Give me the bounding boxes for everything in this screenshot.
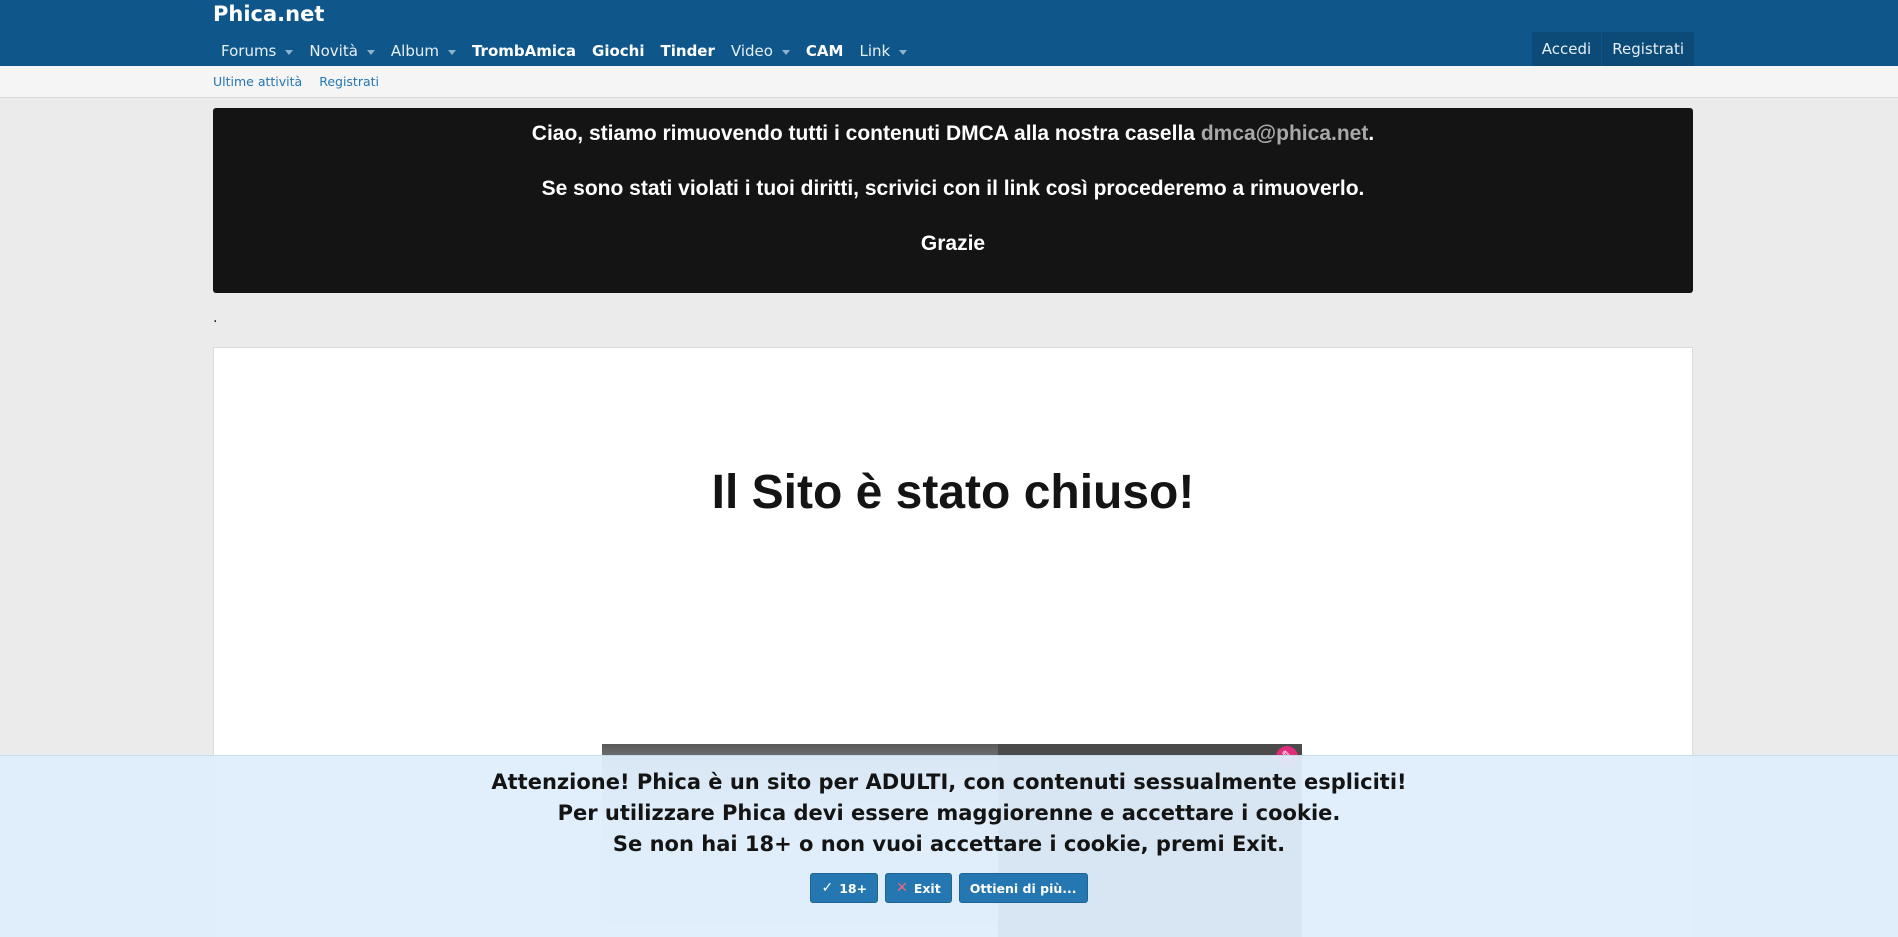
nav-link-label: Link bbox=[859, 42, 891, 60]
latest-activity-link[interactable]: Ultime attività bbox=[213, 74, 302, 89]
chevron-down-icon[interactable] bbox=[366, 49, 375, 55]
nav-forums-label: Forums bbox=[221, 42, 277, 60]
nav-giochi-label: Giochi bbox=[592, 42, 645, 60]
age-consent-banner: Attenzione! Phica è un sito per ADULTI, … bbox=[0, 755, 1898, 937]
register-link[interactable]: Registrati bbox=[319, 74, 379, 89]
nav-trombamica[interactable]: TrombAmica bbox=[464, 36, 584, 66]
consent-message: Attenzione! Phica è un sito per ADULTI, … bbox=[0, 767, 1898, 860]
nav-tinder[interactable]: Tinder bbox=[653, 36, 723, 66]
dmca-line-3: Grazie bbox=[920, 232, 986, 255]
nav-forums[interactable]: Forums bbox=[213, 36, 301, 66]
dmca-email-link[interactable]: dmca@phica.net bbox=[1201, 122, 1369, 145]
page-title: Il Sito è stato chiuso! bbox=[711, 466, 1195, 519]
nav-video[interactable]: Video bbox=[723, 36, 798, 66]
account-nav: Accedi Registrati bbox=[1531, 32, 1694, 66]
dmca-line-1-suffix: . bbox=[1368, 122, 1375, 145]
chevron-down-icon[interactable] bbox=[781, 49, 790, 55]
learn-more-button[interactable]: Ottieni di più... bbox=[958, 873, 1088, 903]
sub-nav: Ultime attività Registrati bbox=[0, 66, 1898, 98]
nav-novita-label: Novità bbox=[309, 42, 358, 60]
nav-link[interactable]: Link bbox=[851, 36, 915, 66]
nav-novita[interactable]: Novità bbox=[301, 36, 383, 66]
nav-cam-label: CAM bbox=[805, 42, 844, 60]
nav-giochi[interactable]: Giochi bbox=[584, 36, 652, 66]
exit-label: Exit bbox=[913, 880, 941, 896]
nav-album-label: Album bbox=[390, 42, 439, 60]
exit-button[interactable]: ✕ Exit bbox=[885, 873, 952, 903]
accept-18-button[interactable]: ✓ 18+ bbox=[810, 873, 879, 903]
dmca-notice: Ciao, stiamo rimuovendo tutti i contenut… bbox=[213, 108, 1693, 293]
login-button[interactable]: Accedi bbox=[1532, 32, 1601, 66]
dmca-line-1: Ciao, stiamo rimuovendo tutti i contenut… bbox=[213, 122, 1693, 146]
site-logo[interactable]: Phica.net bbox=[213, 2, 324, 26]
consent-line-1: Attenzione! Phica è un sito per ADULTI, … bbox=[491, 770, 1407, 794]
checkmark-icon: ✓ bbox=[821, 880, 834, 896]
stray-dot: . bbox=[213, 310, 218, 326]
nav-trombamica-label: TrombAmica bbox=[471, 42, 577, 60]
site-header: Phica.net Forums Novità Album TrombAmica… bbox=[0, 0, 1898, 66]
dmca-line-2: Se sono stati violati i tuoi diritti, sc… bbox=[541, 177, 1365, 200]
chevron-down-icon[interactable] bbox=[285, 49, 294, 55]
nav-tinder-label: Tinder bbox=[660, 42, 715, 60]
dmca-line-1-text: Ciao, stiamo rimuovendo tutti i contenut… bbox=[531, 122, 1195, 145]
nav-cam[interactable]: CAM bbox=[798, 36, 852, 66]
main-nav: Forums Novità Album TrombAmica Giochi Ti… bbox=[213, 36, 915, 66]
consent-buttons: ✓ 18+ ✕ Exit Ottieni di più... bbox=[0, 873, 1898, 903]
consent-line-2: Per utilizzare Phica devi essere maggior… bbox=[557, 801, 1341, 825]
chevron-down-icon[interactable] bbox=[899, 49, 908, 55]
consent-line-3: Se non hai 18+ o non vuoi accettare i co… bbox=[612, 832, 1286, 856]
nav-video-label: Video bbox=[730, 42, 773, 60]
register-button[interactable]: Registrati bbox=[1602, 32, 1694, 66]
nav-album[interactable]: Album bbox=[383, 36, 464, 66]
chevron-down-icon[interactable] bbox=[447, 49, 456, 55]
accept-18-label: 18+ bbox=[839, 880, 868, 896]
close-icon: ✕ bbox=[896, 880, 908, 896]
